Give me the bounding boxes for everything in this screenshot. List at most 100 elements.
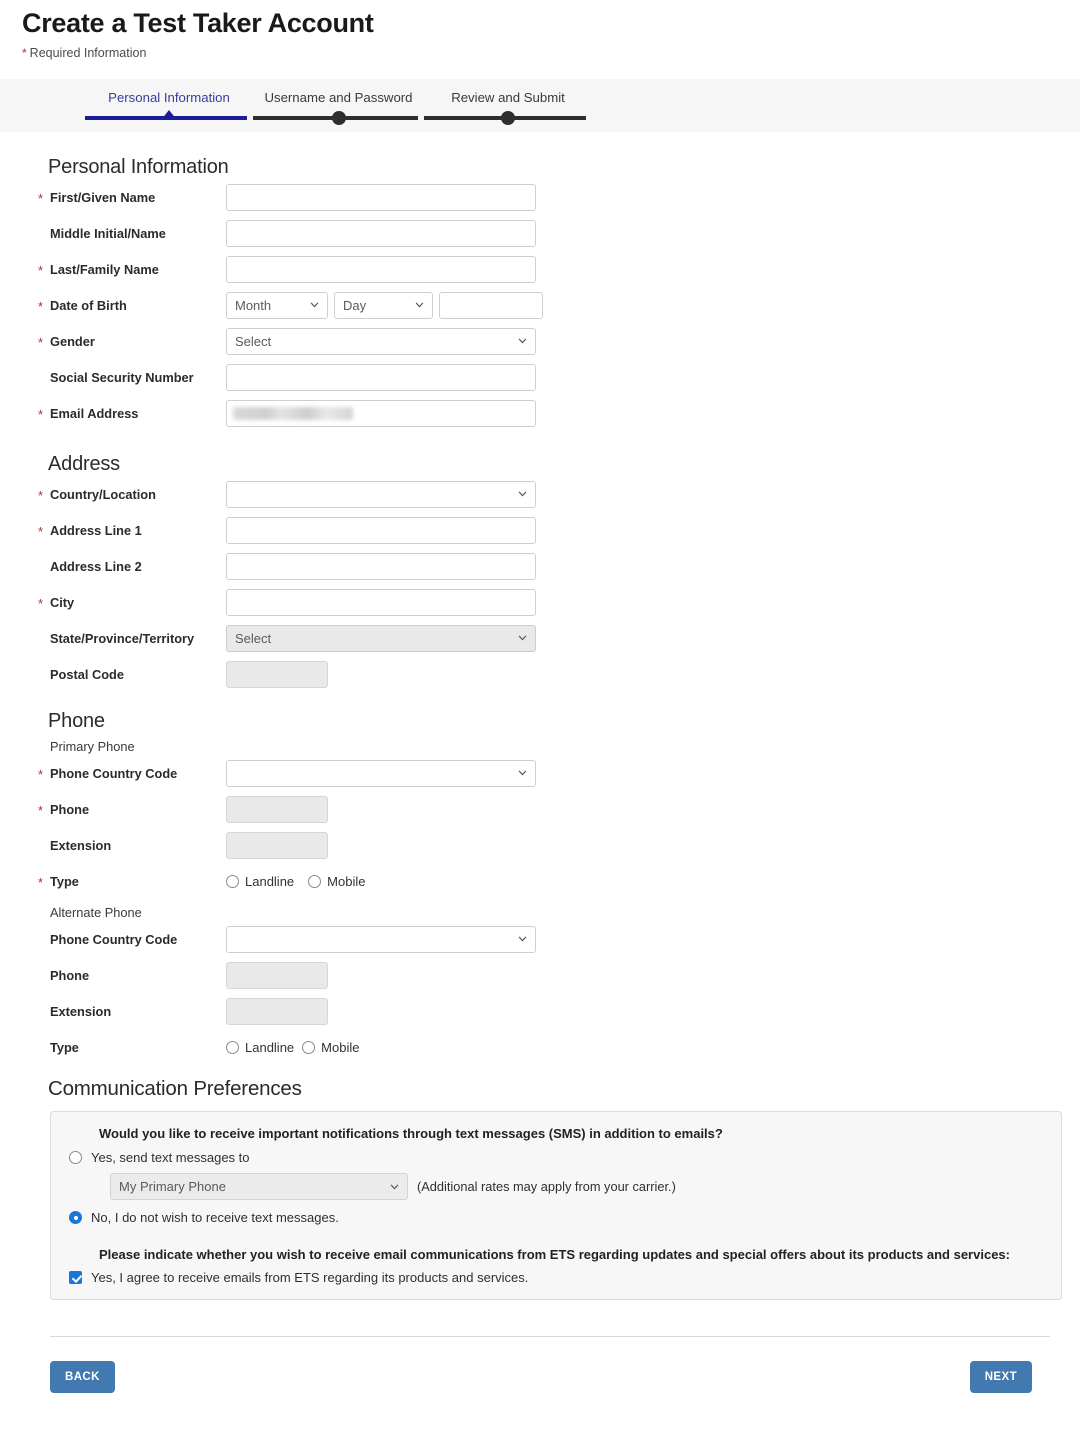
country-location-select[interactable]	[226, 480, 536, 508]
address-line-1-label: * Address Line 1	[38, 522, 226, 539]
field-row-city: * City	[0, 584, 1080, 620]
email-address-input[interactable]	[226, 399, 536, 427]
chevron-down-icon	[518, 338, 527, 344]
section-heading-communication-preferences: Communication Preferences	[48, 1077, 302, 1100]
required-asterisk-icon: *	[38, 334, 44, 350]
last-name-input[interactable]	[226, 255, 536, 283]
alternate-phone-type-landline-option[interactable]: Landline	[226, 1040, 294, 1055]
stepper-step-label: Review and Submit	[451, 90, 565, 105]
label-text: Type	[50, 1039, 79, 1055]
email-consent-option[interactable]: Yes, I agree to receive emails from ETS …	[69, 1271, 1045, 1285]
dob-year-input[interactable]	[439, 291, 543, 319]
required-asterisk-icon: *	[38, 802, 44, 818]
chevron-down-icon	[518, 491, 527, 497]
postal-code-input[interactable]	[226, 660, 328, 688]
alternate-phone-input[interactable]	[226, 961, 328, 989]
email-consent-label: Yes, I agree to receive emails from ETS …	[91, 1270, 529, 1285]
stepper-dot-icon	[331, 111, 346, 125]
required-asterisk-icon: *	[38, 766, 44, 782]
next-button[interactable]: NEXT	[969, 1361, 1032, 1393]
email-consent-question-text: Please indicate whether you wish to rece…	[99, 1247, 1010, 1262]
middle-name-input[interactable]	[226, 219, 536, 247]
field-row-middle-name: Middle Initial/Name	[0, 215, 1080, 251]
field-row-primary-phone-type: * Type Landline Mobile	[0, 863, 1080, 899]
field-row-primary-phone-extension: Extension	[0, 827, 1080, 863]
chevron-down-icon	[518, 770, 527, 776]
primary-phone-extension-input[interactable]	[226, 831, 328, 859]
primary-phone-type-radio-group: Landline Mobile	[226, 874, 1080, 889]
field-row-primary-phone-country-code: * Phone Country Code	[0, 755, 1080, 791]
address-line-2-input[interactable]	[226, 552, 536, 580]
city-input[interactable]	[226, 588, 536, 616]
first-name-input[interactable]	[226, 183, 536, 211]
radio-icon[interactable]	[308, 874, 322, 888]
required-asterisk-icon: *	[38, 595, 44, 611]
primary-phone-subheading: Primary Phone	[50, 739, 135, 754]
gender-select[interactable]: Select	[226, 327, 536, 355]
stepper-dot-icon	[501, 111, 515, 125]
required-asterisk-icon: *	[38, 874, 44, 890]
middle-name-label: Middle Initial/Name	[38, 226, 226, 241]
first-name-label: * First/Given Name	[38, 190, 226, 206]
alternate-phone-type-mobile-option[interactable]: Mobile	[302, 1040, 359, 1055]
page-title: Create a Test Taker Account	[22, 8, 374, 38]
chevron-down-icon	[390, 1183, 399, 1190]
label-text: State/Province/Territory	[50, 630, 195, 646]
alternate-phone-extension-input[interactable]	[226, 997, 328, 1025]
field-row-email-address: * Email Address	[0, 395, 1080, 431]
state-province-territory-select[interactable]: Select	[226, 624, 536, 652]
stepper-step-personal-information[interactable]: Personal Information	[85, 79, 253, 124]
alternate-phone-label: Phone	[38, 968, 226, 983]
primary-phone-input[interactable]	[226, 795, 328, 823]
chevron-down-icon	[518, 936, 527, 942]
stepper-step-label: Username and Password	[264, 90, 413, 105]
field-row-address-line-2: Address Line 2	[0, 548, 1080, 584]
primary-phone-type-label: * Type	[38, 873, 226, 890]
chevron-down-icon	[415, 302, 424, 308]
label-text: Address Line 1	[50, 522, 142, 538]
social-security-number-input[interactable]	[226, 363, 536, 391]
field-row-postal-code: Postal Code	[0, 656, 1080, 692]
primary-phone-country-code-select[interactable]	[226, 759, 536, 787]
radio-icon[interactable]	[226, 874, 239, 888]
radio-icon[interactable]	[226, 1040, 239, 1054]
radio-icon[interactable]	[69, 1151, 82, 1164]
sms-yes-option[interactable]: Yes, send text messages to	[69, 1151, 1045, 1165]
primary-phone-country-code-label: * Phone Country Code	[38, 765, 226, 782]
stepper-step-username-and-password[interactable]: Username and Password	[253, 79, 424, 125]
primary-phone-type-mobile-option[interactable]: Mobile	[308, 874, 365, 889]
primary-phone-type-landline-option[interactable]: Landline	[226, 874, 294, 889]
social-security-number-label: Social Security Number	[38, 370, 226, 385]
sms-target-select[interactable]: My Primary Phone	[110, 1173, 408, 1200]
dob-month-select[interactable]: Month	[226, 291, 328, 319]
date-of-birth-label: * Date of Birth	[38, 298, 226, 314]
sms-no-option[interactable]: No, I do not wish to receive text messag…	[69, 1211, 1045, 1225]
field-row-alternate-phone-type: Type Landline Mobile	[0, 1029, 1080, 1065]
label-text: Phone Country Code	[50, 765, 178, 781]
account-form: Personal Information * First/Given Name M…	[0, 132, 1080, 1393]
section-heading-phone: Phone	[48, 710, 105, 732]
label-text: Type	[50, 873, 79, 889]
field-row-primary-phone-number: * Phone	[0, 791, 1080, 827]
field-row-address-line-1: * Address Line 1	[0, 512, 1080, 548]
required-asterisk-icon: *	[38, 190, 44, 206]
sms-no-label: No, I do not wish to receive text messag…	[91, 1210, 339, 1225]
required-asterisk-icon: *	[38, 298, 44, 314]
checkbox-icon[interactable]	[69, 1271, 82, 1284]
label-text: Phone	[50, 967, 90, 983]
radio-icon[interactable]	[69, 1211, 82, 1224]
back-button[interactable]: BACK	[50, 1361, 115, 1393]
dob-day-select[interactable]: Day	[334, 291, 433, 319]
address-line-1-input[interactable]	[226, 516, 536, 544]
label-text: Country/Location	[50, 486, 156, 502]
stepper-step-review-and-submit[interactable]: Review and Submit	[424, 79, 592, 125]
alternate-phone-type-radio-group: Landline Mobile	[226, 1040, 1080, 1055]
sms-yes-label: Yes, send text messages to	[91, 1150, 250, 1165]
radio-icon[interactable]	[302, 1040, 316, 1054]
primary-phone-label: * Phone	[38, 802, 226, 818]
alternate-phone-extension-label: Extension	[38, 1004, 226, 1019]
field-row-last-name: * Last/Family Name	[0, 251, 1080, 287]
alternate-phone-country-code-select[interactable]	[226, 925, 536, 953]
last-name-label: * Last/Family Name	[38, 262, 226, 278]
state-province-territory-label: State/Province/Territory	[38, 631, 226, 646]
